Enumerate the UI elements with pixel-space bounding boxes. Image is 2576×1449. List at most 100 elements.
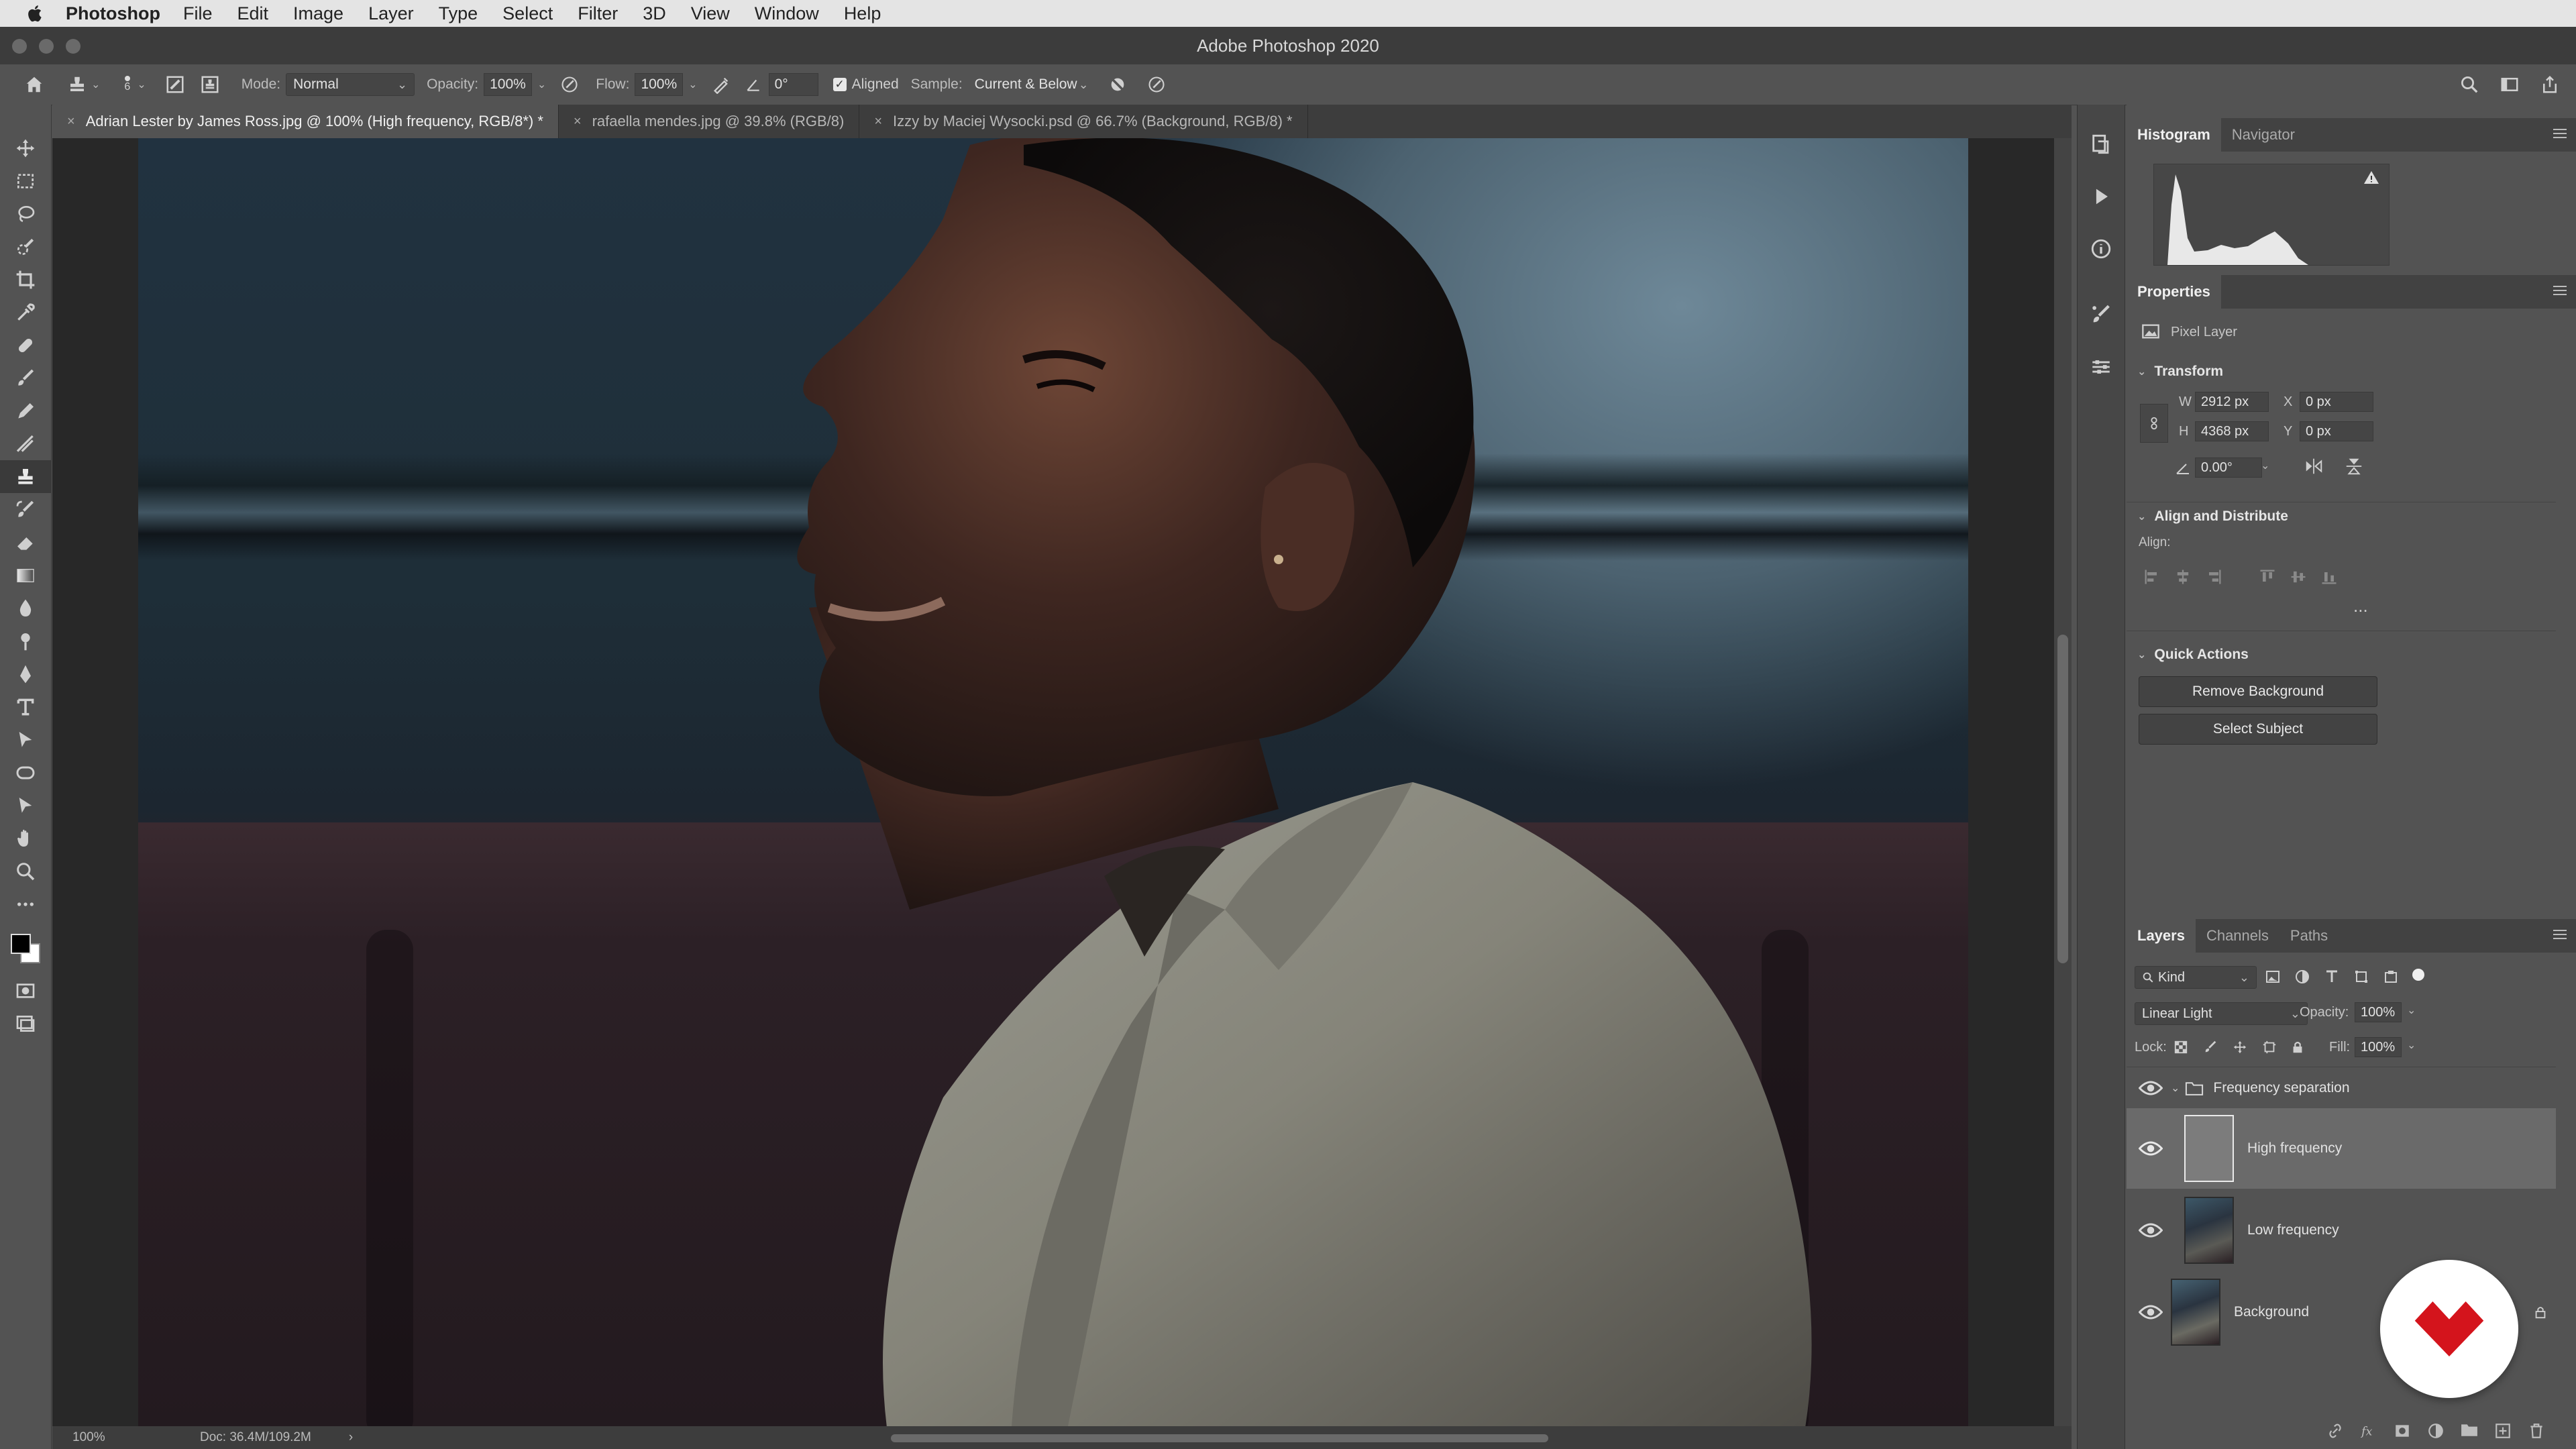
hand-tool-icon[interactable]	[0, 822, 51, 855]
zoom-tool-icon[interactable]	[0, 855, 51, 888]
menu-select[interactable]: Select	[502, 3, 553, 24]
new-adjustment-layer-icon[interactable]	[2427, 1422, 2445, 1440]
search-icon[interactable]	[2458, 73, 2481, 96]
layer-row-low-frequency[interactable]: Low frequency	[2127, 1190, 2556, 1271]
flow-chevron-icon[interactable]: ⌄	[688, 78, 697, 91]
y-position-field[interactable]: 0 px	[2300, 421, 2373, 441]
more-options-button[interactable]: ...	[2353, 596, 2368, 616]
align-vertical-centers-icon[interactable]	[2289, 568, 2308, 586]
visibility-eye-icon[interactable]	[2139, 1080, 2163, 1096]
fill-chevron-icon[interactable]: ⌄	[2407, 1038, 2416, 1052]
foreground-color-swatch[interactable]	[11, 934, 31, 954]
group-expand-chevron-icon[interactable]: ⌄	[2171, 1081, 2180, 1095]
properties-title[interactable]: Properties	[2127, 275, 2221, 309]
layer-style-fx-icon[interactable]: fx	[2360, 1422, 2377, 1440]
filter-toggle-icon[interactable]	[2412, 969, 2424, 981]
x-position-field[interactable]: 0 px	[2300, 392, 2373, 412]
align-bottom-edges-icon[interactable]	[2320, 568, 2339, 586]
height-field[interactable]: 4368 px	[2195, 421, 2269, 441]
visibility-eye-icon[interactable]	[2139, 1304, 2163, 1320]
transform-section-header[interactable]: ⌄ Transform	[2137, 364, 2223, 380]
warning-triangle-icon[interactable]	[2363, 170, 2379, 186]
history-brush-tool-icon[interactable]	[0, 493, 51, 526]
panel-menu-icon[interactable]	[2553, 129, 2567, 138]
close-tab-icon[interactable]: ×	[574, 114, 582, 129]
zoom-level[interactable]: 100%	[72, 1430, 200, 1445]
pressure-opacity-icon[interactable]	[558, 73, 581, 96]
crop-tool-icon[interactable]	[0, 263, 51, 296]
rectangle-tool-icon[interactable]	[0, 756, 51, 789]
layer-group-frequency-separation[interactable]: ⌄ Frequency separation	[2127, 1069, 2556, 1107]
menu-view[interactable]: View	[691, 3, 730, 24]
info-panel-icon[interactable]	[2078, 223, 2125, 275]
remove-background-button[interactable]: Remove Background	[2139, 676, 2377, 707]
eyedropper-tool-icon[interactable]	[0, 296, 51, 329]
align-right-edges-icon[interactable]	[2204, 568, 2223, 586]
clone-source-icon[interactable]	[199, 73, 221, 96]
lock-artboard-icon[interactable]	[2262, 1040, 2277, 1055]
home-icon[interactable]	[23, 73, 46, 96]
status-menu-arrow[interactable]: ›	[349, 1430, 353, 1445]
menu-filter[interactable]: Filter	[578, 3, 618, 24]
document-tab-adrian-lester[interactable]: × Adrian Lester by James Ross.jpg @ 100%…	[52, 105, 559, 138]
blend-mode-dropdown[interactable]: Linear Light ⌄	[2135, 1002, 2308, 1025]
menu-file[interactable]: File	[183, 3, 213, 24]
layer-row-high-frequency[interactable]: High frequency	[2127, 1108, 2556, 1189]
visibility-eye-icon[interactable]	[2139, 1140, 2163, 1157]
screen-mode-icon[interactable]	[0, 1007, 51, 1040]
opacity-chevron-icon[interactable]: ⌄	[537, 78, 546, 91]
align-top-edges-icon[interactable]	[2258, 568, 2277, 586]
delete-layer-icon[interactable]	[2528, 1422, 2545, 1440]
horizontal-scrollbar-thumb[interactable]	[891, 1434, 1548, 1442]
new-layer-icon[interactable]	[2494, 1422, 2512, 1440]
menu-type[interactable]: Type	[439, 3, 478, 24]
apple-icon[interactable]	[25, 3, 46, 23]
align-section-header[interactable]: ⌄ Align and Distribute	[2137, 508, 2288, 525]
pen-tool-icon[interactable]	[0, 657, 51, 690]
menu-edit[interactable]: Edit	[237, 3, 269, 24]
panel-menu-icon[interactable]	[2553, 930, 2567, 939]
menu-window[interactable]: Window	[755, 3, 819, 24]
move-tool-icon[interactable]	[0, 131, 51, 164]
menu-3d[interactable]: 3D	[643, 3, 666, 24]
marquee-tool-icon[interactable]	[0, 164, 51, 197]
minimize-window-button[interactable]	[39, 39, 54, 54]
angle-field[interactable]: 0°	[768, 73, 818, 96]
airbrush-icon[interactable]	[710, 73, 733, 96]
adjustments-panel-icon[interactable]	[2078, 341, 2125, 393]
share-icon[interactable]	[2538, 73, 2561, 96]
add-layer-mask-icon[interactable]	[2394, 1422, 2411, 1440]
select-subject-button[interactable]: Select Subject	[2139, 714, 2377, 745]
direct-selection-tool-icon[interactable]	[0, 789, 51, 822]
lock-all-icon[interactable]	[2290, 1040, 2305, 1055]
actions-panel-icon[interactable]	[2078, 170, 2125, 223]
fill-field[interactable]: 100%	[2355, 1037, 2402, 1057]
preset-chevron-icon[interactable]: ⌄	[91, 78, 100, 91]
close-tab-icon[interactable]: ×	[67, 114, 75, 129]
brush-tool-icon[interactable]	[0, 362, 51, 394]
filter-smart-objects-icon[interactable]	[2383, 969, 2399, 985]
menu-image[interactable]: Image	[293, 3, 343, 24]
document-tab-izzy[interactable]: × Izzy by Maciej Wysocki.psd @ 66.7% (Ba…	[859, 105, 1308, 138]
lock-transparent-pixels-icon[interactable]	[2174, 1040, 2188, 1055]
quick-actions-section-header[interactable]: ⌄ Quick Actions	[2137, 647, 2249, 663]
rotation-field[interactable]: 0.00°	[2195, 458, 2262, 478]
ignore-adjustment-layers-icon[interactable]	[1106, 73, 1129, 96]
tab-layers[interactable]: Layers	[2127, 919, 2196, 953]
brush-size-picker[interactable]: 6	[124, 76, 130, 93]
menu-help[interactable]: Help	[844, 3, 881, 24]
sample-dropdown[interactable]: Current & Below ⌄	[968, 74, 1095, 95]
align-horizontal-centers-icon[interactable]	[2174, 568, 2192, 586]
vertical-scrollbar-thumb[interactable]	[2057, 635, 2068, 963]
clone-stamp-preset-icon[interactable]	[66, 73, 89, 96]
width-field[interactable]: 2912 px	[2195, 392, 2269, 412]
clone-stamp-tool-icon[interactable]	[0, 460, 51, 493]
document-canvas[interactable]	[52, 138, 2072, 1426]
mixer-brush-tool-icon[interactable]	[0, 427, 51, 460]
gradient-tool-icon[interactable]	[0, 559, 51, 592]
vertical-scrollbar[interactable]	[2054, 138, 2072, 1426]
zoom-window-button[interactable]	[66, 39, 80, 54]
link-layers-icon[interactable]	[2326, 1422, 2344, 1440]
layer-filter-kind-dropdown[interactable]: Kind ⌄	[2135, 966, 2257, 989]
flip-horizontal-icon[interactable]	[2304, 456, 2324, 476]
